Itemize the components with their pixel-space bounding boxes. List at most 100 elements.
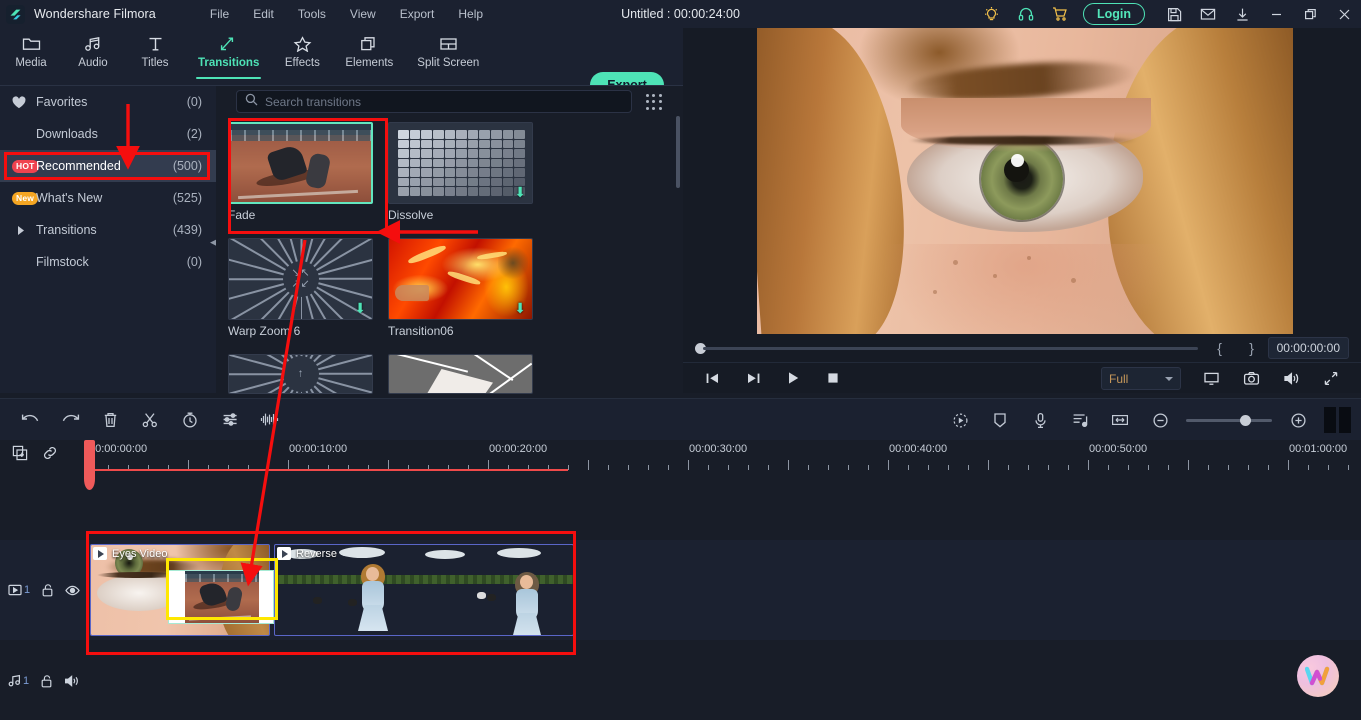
link-icon[interactable] [42,445,58,466]
download-icon[interactable]: ⬇ [514,301,526,315]
redo-icon[interactable] [50,399,90,441]
sidebar-item-downloads[interactable]: Downloads (2) [0,118,216,150]
timeline-zoom-slider[interactable] [1186,419,1272,422]
download-icon[interactable]: ⬇ [354,301,366,315]
window-controls: Login [975,0,1361,28]
tab-transitions[interactable]: Transitions [186,28,271,85]
minimize-icon[interactable] [1259,0,1293,28]
play-icon[interactable] [773,363,813,394]
preview-seek-bar[interactable]: { } 00:00:00:00 [683,334,1361,362]
headphones-icon[interactable] [1009,0,1043,28]
record-voiceover-icon[interactable] [1020,399,1060,441]
mark-in-icon[interactable]: { [1210,340,1230,356]
sidebar-item-label: Favorites [36,95,187,109]
timeline-end-markers[interactable] [1324,407,1351,433]
audio-waveform-icon[interactable] [250,399,290,441]
playhead[interactable] [84,440,95,498]
video-track-header: 1 [0,540,88,640]
prev-frame-icon[interactable] [693,363,733,394]
add-track-icon[interactable] [12,445,28,466]
eye-visible-icon[interactable] [65,585,80,596]
search-input[interactable] [265,95,623,109]
transitions-scrollbar[interactable] [676,116,680,386]
transitions-grid: Fade ⬇ Dissolve ↘↖↗↙ ⬇ [216,119,683,394]
quality-select[interactable]: Full [1101,367,1181,390]
download-icon[interactable]: ⬇ [514,185,526,199]
applied-transition-fade[interactable] [168,570,274,624]
mark-out-icon[interactable]: } [1242,340,1262,356]
menu-export[interactable]: Export [388,4,447,24]
fit-timeline-icon[interactable] [1100,399,1140,441]
sidebar-item-recommended[interactable]: HOT Recommended (500) [0,150,216,182]
seek-track[interactable] [703,347,1198,350]
audio-mixer-icon[interactable] [1060,399,1100,441]
menu-edit[interactable]: Edit [241,4,286,24]
login-button[interactable]: Login [1083,3,1145,25]
menu-file[interactable]: File [198,4,241,24]
preview-video-stage[interactable] [757,28,1293,334]
sidebar-item-count: (0) [187,95,202,109]
transition-item-row3-right[interactable] [388,354,533,394]
stop-icon[interactable] [813,363,853,394]
tab-titles[interactable]: Titles [124,28,186,85]
fullscreen-icon[interactable] [1311,363,1351,394]
duration-clock-icon[interactable] [170,399,210,441]
transition-thumbnail: ↑ [228,354,373,394]
split-scissors-icon[interactable] [130,399,170,441]
download-icon[interactable] [1225,0,1259,28]
volume-icon[interactable] [1271,363,1311,394]
menu-tools[interactable]: Tools [286,4,338,24]
timeline-clip-reverse[interactable]: Reverse [274,544,574,636]
sidebar-item-count: (439) [173,223,202,237]
transition-item-fade[interactable]: Fade [228,122,373,222]
next-frame-icon[interactable] [733,363,773,394]
restore-icon[interactable] [1293,0,1327,28]
bulb-icon[interactable] [975,0,1009,28]
unlock-icon[interactable] [40,674,53,688]
marker-icon[interactable] [980,399,1020,441]
audio-track-body[interactable] [88,640,1361,720]
star-sparkle-icon [293,34,312,54]
transition-item-dissolve[interactable]: ⬇ Dissolve [388,122,533,222]
unlock-icon[interactable] [41,583,54,597]
tab-elements[interactable]: Elements [333,28,405,85]
render-preview-icon[interactable] [940,399,980,441]
undo-icon[interactable] [10,399,50,441]
save-icon[interactable] [1157,0,1191,28]
clip-play-icon[interactable] [277,547,291,560]
tab-effects[interactable]: Effects [271,28,333,85]
mail-icon[interactable] [1191,0,1225,28]
snapshot-icon[interactable] [1231,363,1271,394]
settings-sliders-icon[interactable] [210,399,250,441]
sidebar-item-transitions[interactable]: Transitions (439) [0,214,216,246]
clip-play-icon[interactable] [93,547,107,560]
zoom-out-icon[interactable] [1140,399,1180,441]
close-icon[interactable] [1327,0,1361,28]
sidebar-item-whats-new[interactable]: New What's New (525) [0,182,216,214]
tab-audio[interactable]: Audio [62,28,124,85]
transitions-panel: Fade ⬇ Dissolve ↘↖↗↙ ⬇ [216,85,683,393]
tab-split-screen[interactable]: Split Screen [405,28,491,85]
search-transitions-bar[interactable] [236,90,632,113]
transition-item-transition06[interactable]: ⬇ Transition06 [388,238,533,338]
tab-media[interactable]: Media [0,28,62,85]
delete-icon[interactable] [90,399,130,441]
scrollbar-thumb[interactable] [676,116,680,188]
sidebar-item-filmstock[interactable]: Filmstock (0) [0,246,216,278]
sidebar-item-label: Downloads [36,127,187,141]
transition-item-row3-left[interactable]: ↑ [228,354,373,394]
tab-label: Elements [345,57,393,69]
ruler-label: 00:00:50:00 [1089,443,1147,455]
video-track-body[interactable]: Eyes Video [88,540,1361,640]
zoom-in-icon[interactable] [1278,399,1318,441]
menu-view[interactable]: View [338,4,388,24]
grid-view-toggle-icon[interactable] [646,94,663,111]
transition-item-warp-zoom-6[interactable]: ↘↖↗↙ ⬇ Warp Zoom 6 [228,238,373,338]
screen-icon[interactable] [1191,363,1231,394]
sidebar-item-favorites[interactable]: Favorites (0) [0,86,216,118]
speaker-icon[interactable] [64,674,80,688]
menu-help[interactable]: Help [446,4,495,24]
cart-icon[interactable] [1043,0,1077,28]
zoom-slider-handle[interactable] [1240,415,1251,426]
timeline-ruler[interactable]: 00:00:00:00 00:00:10:00 00:00:20:00 00:0… [88,440,1361,470]
